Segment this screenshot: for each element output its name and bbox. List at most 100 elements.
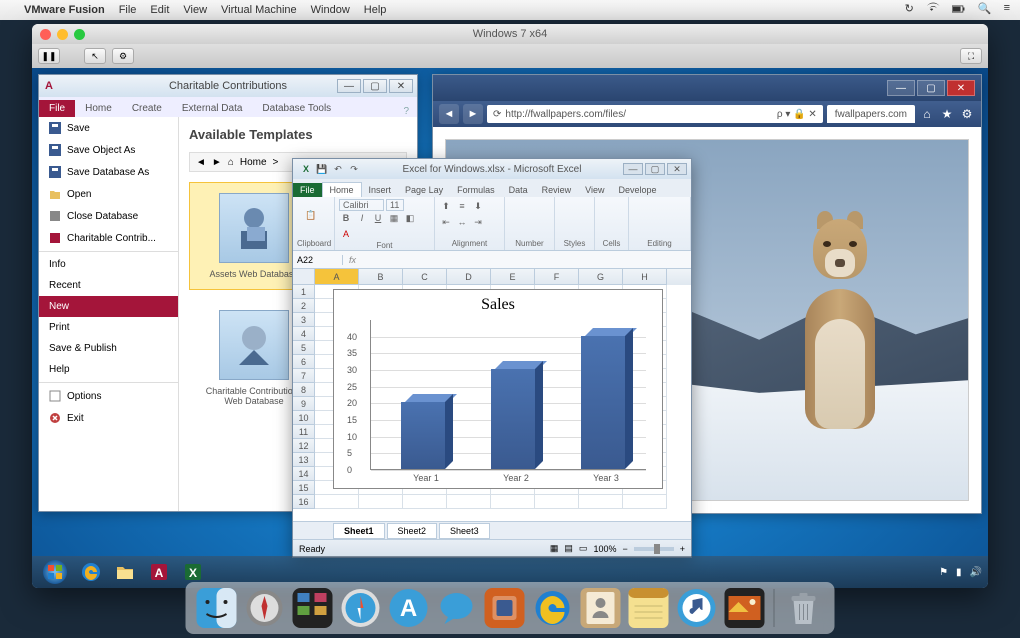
ie-close[interactable]: ✕ <box>947 80 975 96</box>
border-button[interactable]: ▦ <box>387 211 401 225</box>
dock-contacts[interactable] <box>580 587 622 629</box>
taskbar-explorer[interactable] <box>110 559 140 585</box>
dock-mission-control[interactable] <box>292 587 334 629</box>
app-name[interactable]: VMware Fusion <box>24 4 105 16</box>
sidebar-save-db-as[interactable]: Save Database As <box>39 161 178 183</box>
tab-dbtools[interactable]: Database Tools <box>252 100 341 117</box>
maximize-icon[interactable]: ▢ <box>363 79 387 93</box>
settings-button[interactable]: ⚙ <box>112 48 134 64</box>
zoom-level[interactable]: 100% <box>593 544 616 554</box>
ie-minimize[interactable]: — <box>887 80 915 96</box>
underline-button[interactable]: U <box>371 211 385 225</box>
sales-chart[interactable]: Sales 0510152025303540Year 1Year 2Year 3 <box>333 289 663 489</box>
dock-notes[interactable] <box>628 587 670 629</box>
sidebar-help[interactable]: Help <box>39 359 178 380</box>
sidebar-save[interactable]: Save <box>39 117 178 139</box>
minimize-icon[interactable]: — <box>337 79 361 93</box>
menu-window[interactable]: Window <box>311 4 350 16</box>
tray-sound-icon[interactable]: 🔊 <box>970 567 982 578</box>
excel-maximize[interactable]: ▢ <box>645 163 665 175</box>
fx-icon[interactable]: fx <box>343 255 362 265</box>
redo-icon[interactable]: ↷ <box>347 162 361 176</box>
sidebar-recent-db[interactable]: Charitable Contrib... <box>39 227 178 249</box>
excel-tab-review[interactable]: Review <box>535 183 579 197</box>
close-icon[interactable]: ✕ <box>389 79 413 93</box>
wifi-icon[interactable] <box>926 2 940 19</box>
refresh-icon[interactable]: ⟳ <box>493 109 501 120</box>
excel-tab-developer[interactable]: Develope <box>611 183 663 197</box>
worksheet[interactable]: A B C D E F G H 12345678910111213141516 … <box>293 269 691 521</box>
tab-external[interactable]: External Data <box>172 100 253 117</box>
home-icon[interactable]: ⌂ <box>228 157 234 168</box>
help-icon[interactable]: ? <box>395 106 417 117</box>
dock-finder[interactable] <box>196 587 238 629</box>
back-icon[interactable]: ◄ <box>196 157 206 168</box>
align-l[interactable]: ⇤ <box>439 215 453 229</box>
save-icon[interactable]: 💾 <box>315 162 329 176</box>
sheet1-tab[interactable]: Sheet1 <box>333 523 385 539</box>
dock-ie[interactable] <box>532 587 574 629</box>
menu-view[interactable]: View <box>183 4 207 16</box>
start-button[interactable] <box>38 558 72 586</box>
browser-tab[interactable]: fwallpapers.com <box>827 105 915 123</box>
taskbar-access[interactable]: A <box>144 559 174 585</box>
excel-tab-formulas[interactable]: Formulas <box>450 183 502 197</box>
address-bar[interactable]: ⟳ http://fwallpapers.com/files/ ρ ▾ 🔒 ✕ <box>487 105 823 123</box>
sidebar-print[interactable]: Print <box>39 317 178 338</box>
zoom-in[interactable]: + <box>680 544 685 554</box>
excel-close[interactable]: ✕ <box>667 163 687 175</box>
dock-appstore[interactable]: A <box>388 587 430 629</box>
tray-net-icon[interactable]: ▮ <box>956 567 962 578</box>
sheet2-tab[interactable]: Sheet2 <box>387 523 438 539</box>
tray-flag-icon[interactable]: ⚑ <box>939 567 948 578</box>
zoom-slider[interactable] <box>634 547 674 551</box>
zoom-button[interactable] <box>74 29 85 40</box>
dock-vmware[interactable] <box>484 587 526 629</box>
dock-launchpad[interactable] <box>244 587 286 629</box>
align-c[interactable]: ↔ <box>455 215 469 229</box>
fontcolor-button[interactable]: A <box>339 227 353 241</box>
sidebar-open[interactable]: Open <box>39 183 178 205</box>
sidebar-info[interactable]: Info <box>39 254 178 275</box>
bold-button[interactable]: B <box>339 211 353 225</box>
align-bot[interactable]: ⬇ <box>471 199 485 213</box>
menu-edit[interactable]: Edit <box>150 4 169 16</box>
excel-tab-file[interactable]: File <box>293 183 322 197</box>
sidebar-exit[interactable]: Exit <box>39 407 178 429</box>
favorites-icon[interactable]: ★ <box>939 106 955 122</box>
sheet3-tab[interactable]: Sheet3 <box>439 523 490 539</box>
select-all[interactable] <box>293 269 315 285</box>
fill-button[interactable]: ◧ <box>403 211 417 225</box>
dock-iphoto[interactable] <box>724 587 766 629</box>
excel-tab-insert[interactable]: Insert <box>362 183 399 197</box>
close-button[interactable] <box>40 29 51 40</box>
fullscreen-button[interactable]: ⛶ <box>960 48 982 64</box>
sidebar-save-object-as[interactable]: Save Object As <box>39 139 178 161</box>
sync-icon[interactable]: ↻ <box>905 2 914 19</box>
view-break[interactable]: ▭ <box>579 543 588 554</box>
sidebar-close-db[interactable]: Close Database <box>39 205 178 227</box>
font-name[interactable]: Calibri <box>339 199 384 211</box>
tab-file[interactable]: File <box>39 100 75 117</box>
taskbar-ie[interactable] <box>76 559 106 585</box>
sidebar-new[interactable]: New <box>39 296 178 317</box>
italic-button[interactable]: I <box>355 211 369 225</box>
dock-itunes[interactable] <box>676 587 718 629</box>
align-top[interactable]: ⬆ <box>439 199 453 213</box>
tab-create[interactable]: Create <box>122 100 172 117</box>
sidebar-options[interactable]: Options <box>39 385 178 407</box>
menu-file[interactable]: File <box>119 4 137 16</box>
excel-tab-pagelayout[interactable]: Page Lay <box>398 183 450 197</box>
forward-button[interactable]: ► <box>463 104 483 124</box>
view-normal[interactable]: ▦ <box>550 543 559 554</box>
tab-home[interactable]: Home <box>75 100 122 117</box>
battery-icon[interactable] <box>952 2 966 19</box>
ie-maximize[interactable]: ▢ <box>917 80 945 96</box>
sidebar-recent[interactable]: Recent <box>39 275 178 296</box>
menu-vm[interactable]: Virtual Machine <box>221 4 297 16</box>
sidebar-save-publish[interactable]: Save & Publish <box>39 338 178 359</box>
excel-minimize[interactable]: — <box>623 163 643 175</box>
tools-icon[interactable]: ⚙ <box>959 106 975 122</box>
home-icon[interactable]: ⌂ <box>919 106 935 122</box>
dock-trash[interactable] <box>783 587 825 629</box>
